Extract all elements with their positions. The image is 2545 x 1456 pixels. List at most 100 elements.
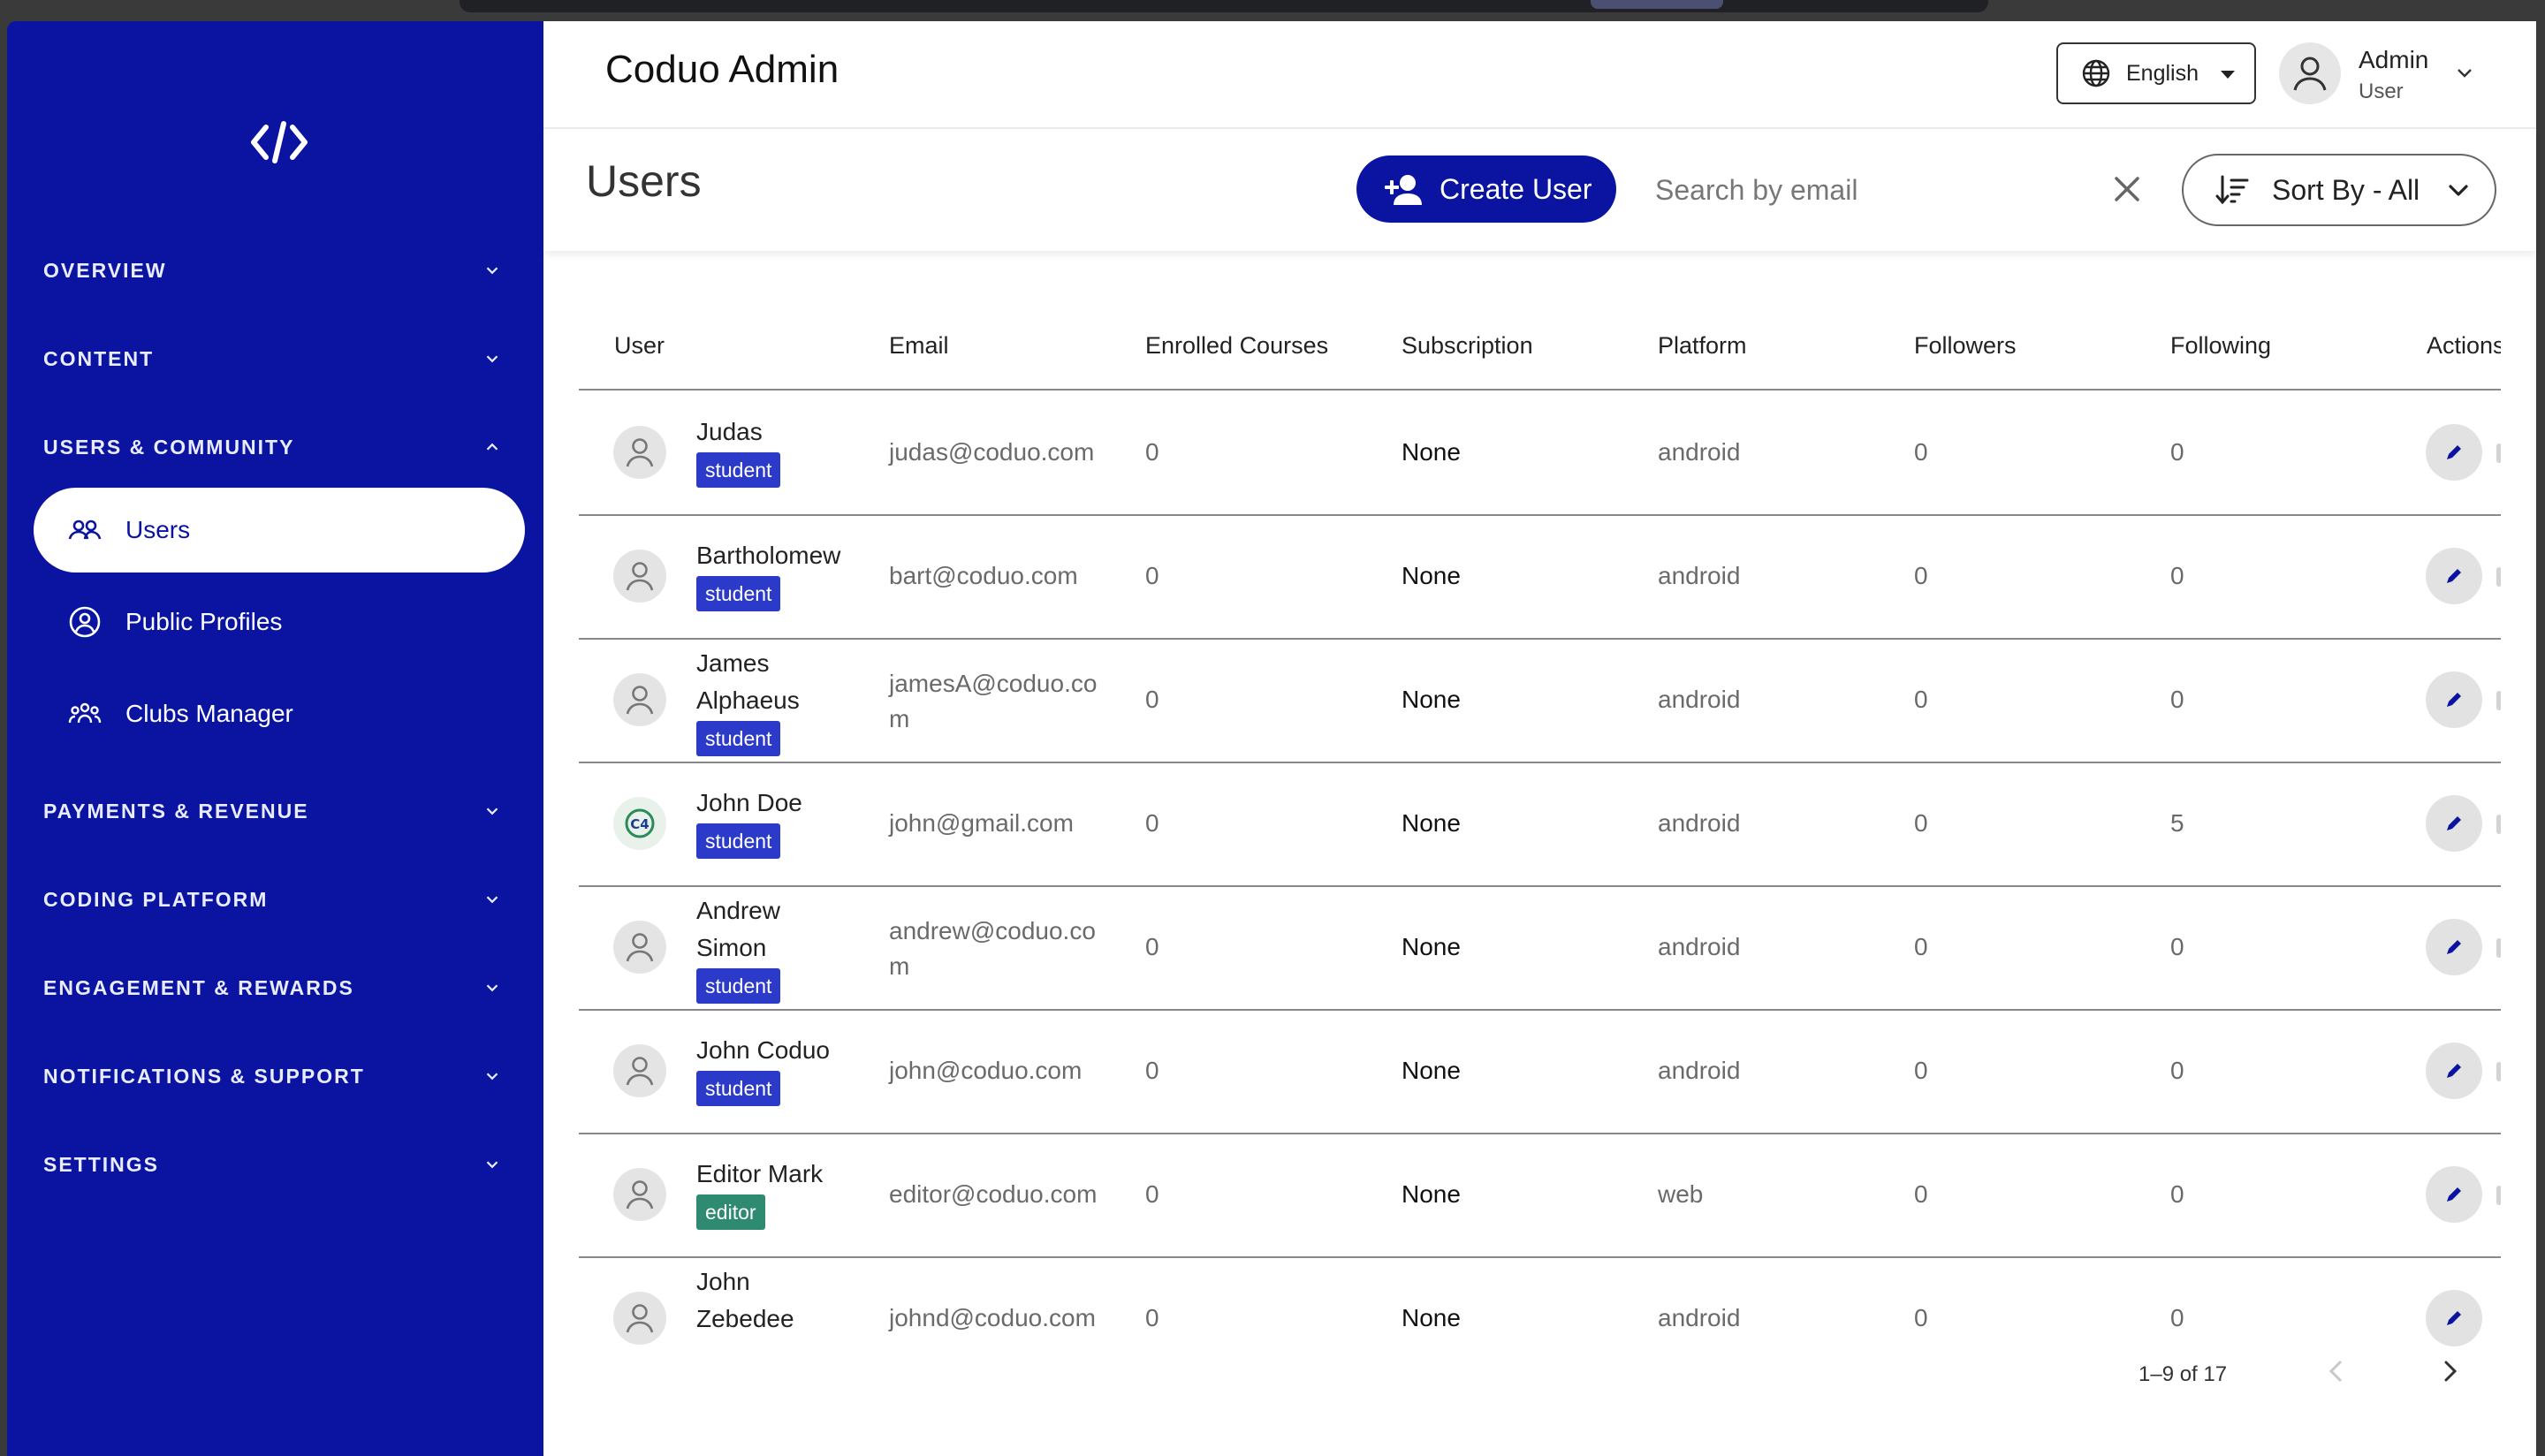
browser-active-tab[interactable] (1591, 0, 1723, 9)
role-badge: student (696, 721, 781, 756)
subscription-value: None (1402, 438, 1461, 466)
create-user-button[interactable]: Create User (1356, 155, 1616, 223)
platform-value: android (1658, 933, 1741, 960)
role-badge: student (696, 968, 781, 1004)
user-name: James Alphaeus (696, 649, 800, 714)
table-row[interactable]: Editor Mark editor editor@coduo.com 0 No… (579, 1133, 2501, 1258)
platform-value: android (1658, 1304, 1741, 1331)
nav-section-coding-platform[interactable]: CODING PLATFORM (7, 873, 543, 926)
nav-section-notifications-support[interactable]: NOTIFICATIONS & SUPPORT (7, 1050, 543, 1103)
subscription-value: None (1402, 1180, 1461, 1208)
followers-count: 0 (1914, 438, 1928, 466)
person-add-icon (1385, 175, 1422, 205)
column-header-email[interactable]: Email (889, 332, 949, 360)
followers-count: 0 (1914, 686, 1928, 713)
user-email: editor@coduo.com (889, 1180, 1098, 1208)
column-header-platform[interactable]: Platform (1658, 332, 1747, 360)
column-header-following[interactable]: Following (2170, 332, 2271, 360)
column-header-user[interactable]: User (614, 332, 665, 360)
following-count: 5 (2170, 809, 2184, 837)
user-name: Judas (696, 418, 763, 445)
table-row[interactable]: C4 John Doe student john@gmail.com 0 Non… (579, 762, 2501, 887)
subscription-value: None (1402, 1057, 1461, 1084)
nav-section-content[interactable]: CONTENT (7, 332, 543, 385)
edit-button[interactable] (2426, 1166, 2482, 1223)
edit-button[interactable] (2426, 671, 2482, 728)
delete-button[interactable] (2496, 1062, 2501, 1081)
code-icon[interactable] (250, 120, 308, 164)
language-selector[interactable]: English (2056, 42, 2256, 104)
platform-value: android (1658, 1057, 1741, 1084)
delete-button[interactable] (2496, 815, 2501, 834)
chevron-right-icon[interactable] (2432, 1354, 2467, 1389)
user-name: Bartholomew (696, 542, 841, 569)
user-name: Andrew Simon (696, 897, 780, 961)
search-input[interactable] (1653, 163, 2055, 217)
delete-button[interactable] (2496, 691, 2501, 710)
sidebar-item-users[interactable]: Users (34, 488, 525, 573)
chevron-up-icon (486, 443, 498, 451)
edit-button[interactable] (2426, 1290, 2482, 1346)
edit-button[interactable] (2426, 795, 2482, 852)
page-toolbar: Users Create User Sort By - All (543, 129, 2536, 251)
column-header-followers[interactable]: Followers (1914, 332, 2017, 360)
table-row[interactable]: James Alphaeus student jamesA@coduo.com … (579, 638, 2501, 763)
table-row[interactable]: Andrew Simon student andrew@coduo.com 0 … (579, 885, 2501, 1011)
browser-toolbar (460, 0, 1988, 12)
user-icon (626, 1180, 654, 1210)
edit-button[interactable] (2426, 424, 2482, 481)
edit-button[interactable] (2426, 548, 2482, 604)
column-header-enrolled[interactable]: Enrolled Courses (1145, 332, 1328, 360)
table-row[interactable]: Bartholomew student bart@coduo.com 0 Non… (579, 514, 2501, 640)
browser-tab-strip (0, 0, 2545, 21)
close-icon[interactable] (2109, 171, 2145, 207)
followers-count: 0 (1914, 1180, 1928, 1208)
account-role: User (2359, 80, 2404, 103)
avatar[interactable] (2279, 42, 2341, 104)
pencil-icon (2447, 445, 2461, 459)
subscription-value: None (1402, 933, 1461, 960)
chevron-left-icon[interactable] (2319, 1354, 2354, 1389)
pencil-icon (2447, 940, 2461, 954)
table-row[interactable]: John Zebedee johnd@coduo.com 0 None andr… (579, 1256, 2501, 1348)
delete-button[interactable] (2496, 444, 2501, 463)
nav-section-overview[interactable]: OVERVIEW (7, 244, 543, 297)
nav-section-users-community[interactable]: USERS & COMMUNITY (7, 421, 543, 474)
nav-section-payments-revenue[interactable]: PAYMENTS & REVENUE (7, 785, 543, 838)
platform-value: android (1658, 809, 1741, 837)
followers-count: 0 (1914, 1304, 1928, 1331)
enrolled-count: 0 (1145, 809, 1159, 837)
following-count: 0 (2170, 686, 2184, 713)
user-email: jamesA@coduo.com (889, 670, 1098, 732)
delete-button[interactable] (2496, 938, 2501, 958)
sidebar-item-clubs-manager[interactable]: Clubs Manager (34, 671, 525, 756)
user-name: John Coduo (696, 1036, 831, 1064)
platform-value: android (1658, 562, 1741, 589)
column-header-actions: Actions (2427, 332, 2501, 359)
nav-section-engagement-rewards[interactable]: ENGAGEMENT & REWARDS (7, 961, 543, 1014)
edit-button[interactable] (2426, 919, 2482, 975)
chevron-down-icon[interactable] (2454, 62, 2475, 83)
enrolled-count: 0 (1145, 933, 1159, 960)
sidebar-item-public-profiles[interactable]: Public Profiles (34, 580, 525, 664)
sort-dropdown[interactable]: Sort By - All (2182, 154, 2496, 226)
column-header-subscription[interactable]: Subscription (1402, 332, 1533, 360)
following-count: 0 (2170, 438, 2184, 466)
nav-section-settings[interactable]: SETTINGS (7, 1138, 543, 1191)
table-row[interactable]: Judas student judas@coduo.com 0 None and… (579, 391, 2501, 516)
table-row[interactable]: John Coduo student john@coduo.com 0 None… (579, 1009, 2501, 1134)
sidebar-item-label: Public Profiles (125, 608, 283, 635)
role-badge: student (696, 452, 781, 488)
edit-button[interactable] (2426, 1043, 2482, 1099)
chevron-down-icon (486, 1073, 498, 1081)
avatar (613, 550, 666, 603)
delete-button[interactable] (2496, 567, 2501, 587)
following-count: 0 (2170, 562, 2184, 589)
delete-button[interactable] (2496, 1186, 2501, 1205)
avatar (613, 673, 666, 726)
chevron-down-icon (486, 896, 498, 904)
subscription-value: None (1402, 562, 1461, 589)
account-name[interactable]: Admin (2359, 46, 2428, 74)
pencil-icon (2447, 1311, 2461, 1325)
top-app-bar: Coduo Admin English Admin User (543, 21, 2536, 129)
